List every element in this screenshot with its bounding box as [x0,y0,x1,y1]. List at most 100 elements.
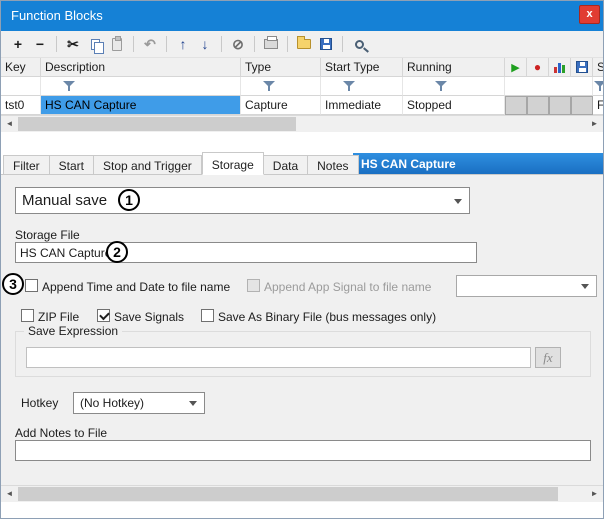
zoom-icon[interactable] [348,34,370,54]
filter-cell-type[interactable] [241,77,321,96]
toolbar-separator [133,36,134,52]
filter-cell-key[interactable] [1,77,41,96]
filter-cell-running[interactable] [403,77,505,96]
tab-filter[interactable]: Filter [3,155,50,175]
add-notes-label: Add Notes to File [15,426,107,440]
column-header-key[interactable]: Key [1,58,41,77]
title-bar: Function Blocks x [1,1,603,31]
storage-file-input[interactable] [15,242,477,263]
print-icon[interactable] [260,34,282,54]
chevron-down-icon [454,199,462,204]
bottom-spacer [1,502,603,519]
save-signals-label: Save Signals [114,310,184,324]
column-header-type[interactable]: Type [241,58,321,77]
filter-cell-icons[interactable] [505,77,593,96]
magnifier-glyph [355,40,364,49]
copy-pages-glyph [91,39,100,50]
append-time-checkbox[interactable] [25,279,38,292]
hotkey-dropdown[interactable]: (No Hotkey) [73,392,205,414]
tab-notes[interactable]: Notes [308,155,358,175]
row-cell-clipped[interactable]: Fu [593,96,604,115]
disk-glyph [576,61,588,73]
annotation-circle-3: 3 [2,273,24,295]
append-app-signal-checkbox[interactable] [247,279,260,292]
folder-glyph [297,39,311,49]
tab-stop-and-trigger[interactable]: Stop and Trigger [94,155,202,175]
append-time-label: Append Time and Date to file name [42,280,230,294]
column-header-clipped[interactable]: St [593,58,604,77]
scroll-right-arrow[interactable]: ► [586,486,603,502]
scroll-left-arrow[interactable]: ◄ [1,116,18,132]
toolbar-separator [342,36,343,52]
column-header-save-icon[interactable] [571,58,593,77]
row-cell-start-type[interactable]: Immediate [321,96,403,115]
zip-file-label: ZIP File [38,310,79,324]
save-expression-group: Save Expression fx [15,331,591,377]
save-mode-dropdown[interactable]: Manual save [15,187,470,214]
close-button[interactable]: x [579,5,600,24]
row-cell-start-button[interactable] [505,96,527,115]
column-header-graph-icon[interactable] [549,58,571,77]
filter-cell-start-type[interactable] [321,77,403,96]
save-as-binary-checkbox[interactable] [201,309,214,322]
filter-funnel-icon[interactable] [63,81,75,92]
save-mode-value: Manual save [22,192,107,209]
add-notes-input[interactable] [15,440,591,461]
filter-funnel-icon[interactable] [343,81,355,92]
move-up-icon[interactable]: ↑ [172,34,194,54]
filter-funnel-icon[interactable] [594,81,604,92]
filter-cell-description[interactable] [41,77,241,96]
chevron-down-icon [189,401,197,406]
tab-storage[interactable]: Storage [202,152,264,175]
row-cell-record-button[interactable] [527,96,549,115]
fx-button[interactable]: fx [535,347,561,368]
scroll-left-arrow[interactable]: ◄ [1,486,18,502]
scrollbar-thumb[interactable] [18,117,296,131]
row-cell-description-selected[interactable]: HS CAN Capture [41,96,241,115]
row-cell-graph-button[interactable] [549,96,571,115]
selected-block-banner: HS CAN Capture [353,153,604,174]
toolbar: + − ✂ ↶ ↑ ↓ ⊘ [1,31,603,58]
column-header-start-icon[interactable]: ▶ [505,58,527,77]
bottom-horizontal-scrollbar[interactable]: ◄ ► [1,485,603,502]
zip-file-checkbox[interactable] [21,309,34,322]
filter-cell-clipped[interactable] [593,77,604,96]
disable-icon[interactable]: ⊘ [227,34,249,54]
row-cell-running[interactable]: Stopped [403,96,505,115]
tab-start[interactable]: Start [50,155,94,175]
save-file-icon[interactable] [315,34,337,54]
tab-data[interactable]: Data [264,155,308,175]
row-cell-type[interactable]: Capture [241,96,321,115]
app-signal-dropdown[interactable] [456,275,597,297]
chevron-down-icon [581,284,589,289]
scrollbar-thumb[interactable] [18,487,558,501]
filter-funnel-icon[interactable] [263,81,275,92]
disk-glyph [320,38,332,50]
column-header-running[interactable]: Running [403,58,505,77]
copy-icon[interactable] [84,34,106,54]
paste-icon[interactable] [106,34,128,54]
storage-file-label: Storage File [15,228,80,242]
scroll-right-arrow[interactable]: ► [586,116,603,132]
row-cell-save-button[interactable] [571,96,593,115]
grid-horizontal-scrollbar[interactable]: ◄ ► [1,115,603,132]
column-header-start-type[interactable]: Start Type [321,58,403,77]
column-header-record-icon[interactable]: ● [527,58,549,77]
add-icon[interactable]: + [7,34,29,54]
save-expression-input[interactable] [26,347,531,368]
column-header-description[interactable]: Description [41,58,241,77]
function-blocks-window: Function Blocks x + − ✂ ↶ ↑ ↓ ⊘ Key Desc… [0,0,604,519]
save-signals-checkbox[interactable] [97,309,110,322]
hotkey-value: (No Hotkey) [80,396,144,410]
window-title: Function Blocks [11,8,103,23]
tab-strip: Filter Start Stop and Trigger Storage Da… [3,153,359,175]
cut-icon[interactable]: ✂ [62,34,84,54]
remove-icon[interactable]: − [29,34,51,54]
toolbar-separator [56,36,57,52]
open-file-icon[interactable] [293,34,315,54]
toolbar-separator [166,36,167,52]
move-down-icon[interactable]: ↓ [194,34,216,54]
undo-icon[interactable]: ↶ [139,34,161,54]
filter-funnel-icon[interactable] [435,81,447,92]
row-cell-key[interactable]: tst0 [1,96,41,115]
